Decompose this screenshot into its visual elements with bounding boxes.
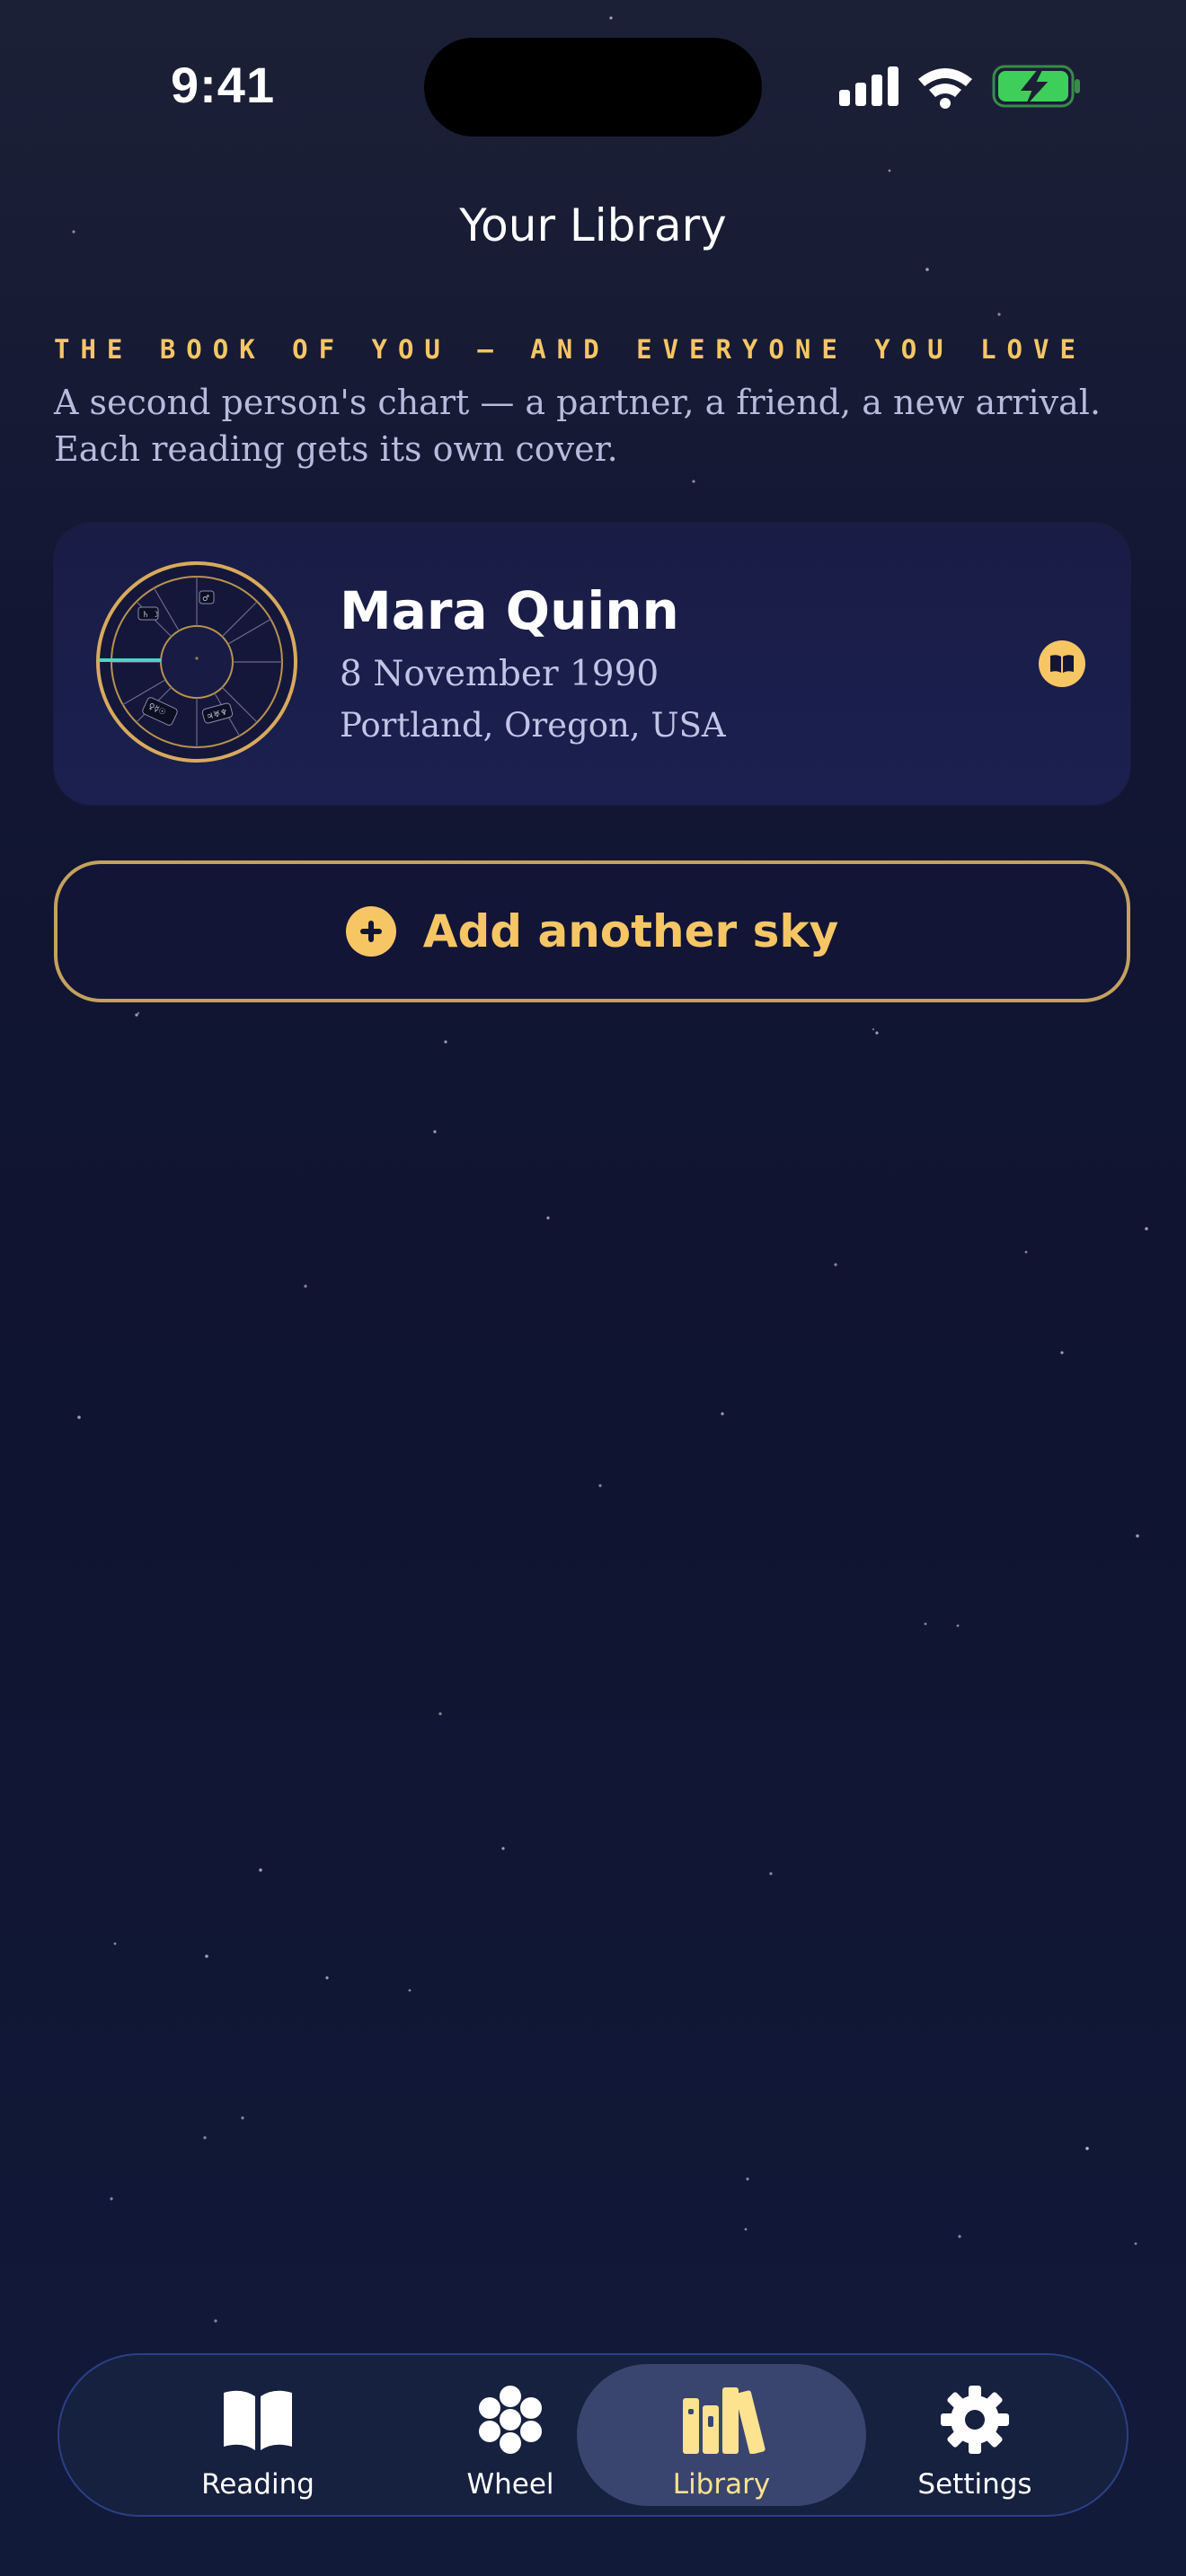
add-another-sky-button[interactable]: Add another sky (54, 860, 1130, 1002)
profile-card[interactable]: ♄ ☽ ♂ ♀☿☉ ♃♅♆ Mara Quinn 8 November 1990 … (54, 523, 1130, 805)
tab-settings-label: Settings (917, 2468, 1032, 2501)
tab-reading[interactable]: Reading (113, 2364, 403, 2506)
dynamic-island (424, 38, 762, 137)
open-reading-button[interactable] (1039, 640, 1085, 687)
tab-library-label: Library (672, 2468, 771, 2501)
wifi-icon (918, 68, 972, 109)
status-icons (839, 65, 1080, 109)
profile-birth-date: 8 November 1990 (340, 654, 659, 694)
profile-name: Mara Quinn (340, 580, 679, 641)
section-eyebrow: THE BOOK OF YOU — AND EVERYONE YOU LOVE (54, 334, 1086, 365)
svg-text:♄ ☽: ♄ ☽ (142, 611, 159, 620)
battery-icon (992, 65, 1080, 108)
plus-circle-icon (345, 906, 396, 957)
open-book-icon (1050, 655, 1074, 673)
intro-text: A second person's chart — a partner, a f… (54, 383, 1102, 469)
svg-text:♂: ♂ (202, 595, 209, 604)
gear-icon (941, 2386, 1009, 2454)
page-title: Your Library (459, 199, 727, 251)
birth-chart-thumbnail: ♄ ☽♂ ♀☿☉ ♃♅♆ (96, 561, 297, 763)
tab-reading-label: Reading (201, 2468, 314, 2501)
status-time: 9:41 (171, 57, 276, 113)
add-button-label: Add another sky (422, 905, 839, 957)
profile-birth-place: Portland, Oregon, USA (340, 706, 726, 745)
signal-icon (839, 66, 898, 106)
open-book-icon (224, 2390, 292, 2450)
tab-library[interactable]: Library (577, 2364, 866, 2506)
tab-settings[interactable]: Settings (830, 2364, 1120, 2506)
tab-bar: Reading Wheel Library Settings (58, 2353, 1128, 2517)
books-icon (683, 2387, 766, 2454)
